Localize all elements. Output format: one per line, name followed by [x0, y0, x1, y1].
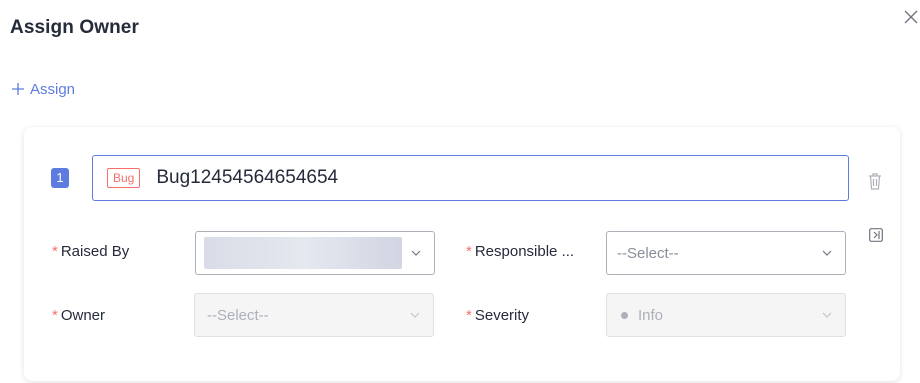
assignment-card: 1 Bug Bug12454564654654 * Raised By * Re… [24, 127, 900, 381]
trash-icon[interactable] [867, 171, 883, 191]
raised-by-value [204, 237, 402, 269]
chevron-down-icon [822, 250, 832, 256]
owner-label: * Owner [52, 307, 106, 324]
plus-icon [12, 80, 24, 98]
work-item-name: Bug12454564654654 [156, 167, 339, 188]
responsible-label: * Responsible ... [466, 243, 575, 260]
severity-value: Info [638, 306, 664, 324]
chevron-down-icon [411, 250, 421, 256]
close-icon[interactable] [904, 6, 920, 28]
raised-by-select[interactable] [195, 231, 435, 275]
assign-owner-dialog: Assign Owner Assign 1 Bug Bug12454564654… [0, 0, 920, 383]
dialog-title: Assign Owner [10, 17, 139, 38]
severity-dot-icon [621, 311, 628, 319]
raised-by-label: * Raised By [52, 243, 130, 260]
severity-label: * Severity [466, 307, 530, 324]
responsible-select[interactable]: --Select-- [606, 231, 846, 275]
owner-placeholder: --Select-- [207, 306, 269, 324]
index-badge: 1 [51, 168, 69, 188]
work-item-field[interactable]: Bug Bug12454564654654 [92, 155, 849, 201]
assign-label: Assign [30, 80, 76, 98]
owner-select[interactable]: --Select-- [194, 293, 434, 337]
chevron-down-icon [822, 312, 832, 318]
severity-select[interactable]: Info [606, 293, 846, 337]
assign-button[interactable]: Assign [12, 78, 75, 100]
side-panel-icon[interactable] [869, 228, 883, 242]
bug-type-tag: Bug [107, 168, 141, 188]
responsible-placeholder: --Select-- [617, 244, 679, 262]
chevron-down-icon [410, 312, 420, 318]
